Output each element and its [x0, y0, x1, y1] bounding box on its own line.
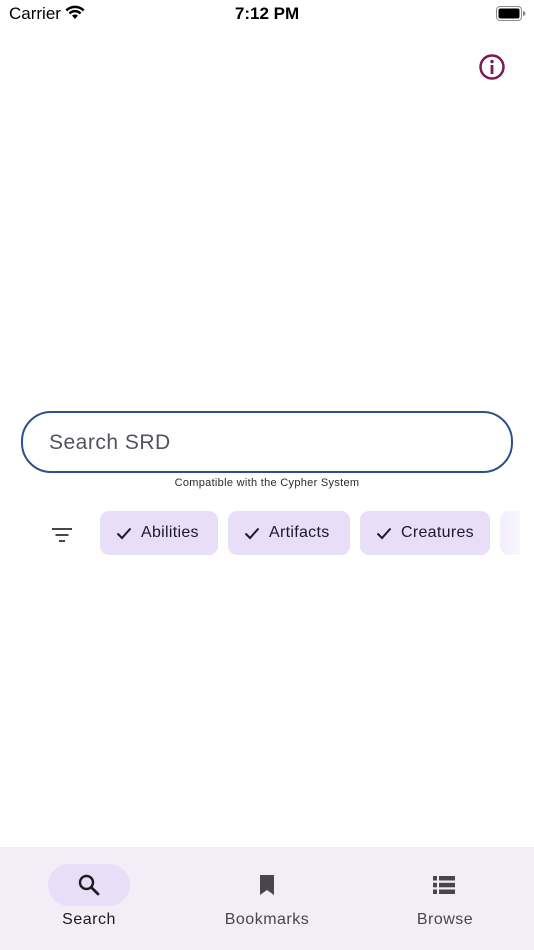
clock: 7:12 PM — [234, 4, 300, 23]
search-input[interactable] — [47, 413, 491, 473]
filter-icon[interactable] — [50, 523, 74, 547]
battery-icon — [496, 6, 526, 21]
compatibility-tagline: Compatible with the Cypher System — [174, 477, 360, 489]
bookmark-icon — [260, 875, 274, 895]
check-icon — [376, 527, 392, 540]
nav-item-bookmarks[interactable]: Bookmarks — [178, 847, 356, 950]
filter-chip-artifacts[interactable]: Artifacts — [228, 511, 350, 555]
status-bar: Carrier 7:12 PM — [0, 0, 534, 28]
nav-label-bookmarks: Bookmarks — [224, 911, 310, 928]
info-icon — [479, 54, 505, 80]
filter-chip-list: Abilities Artifacts Creatures — [100, 511, 520, 557]
search-field-container[interactable] — [21, 411, 513, 473]
filter-chip-label: Artifacts — [269, 524, 330, 541]
filter-chip-label: Creatures — [401, 524, 474, 541]
filter-chip-abilities[interactable]: Abilities — [100, 511, 218, 555]
filter-row: Abilities Artifacts Creatures — [0, 511, 534, 557]
nav-item-search[interactable]: Search — [0, 847, 178, 950]
nav-item-browse[interactable]: Browse — [356, 847, 534, 950]
nav-label-browse: Browse — [416, 911, 474, 928]
filter-chip-label: Abilities — [141, 524, 199, 541]
nav-label-search: Search — [62, 911, 116, 928]
bottom-navigation: Search Bookmarks Browse — [0, 847, 534, 950]
info-button[interactable] — [478, 53, 506, 81]
check-icon — [116, 527, 132, 540]
filter-chip-overflow[interactable] — [500, 511, 520, 555]
search-icon — [78, 874, 100, 896]
list-icon — [433, 876, 455, 894]
filter-chip-creatures[interactable]: Creatures — [360, 511, 490, 555]
check-icon — [244, 527, 260, 540]
